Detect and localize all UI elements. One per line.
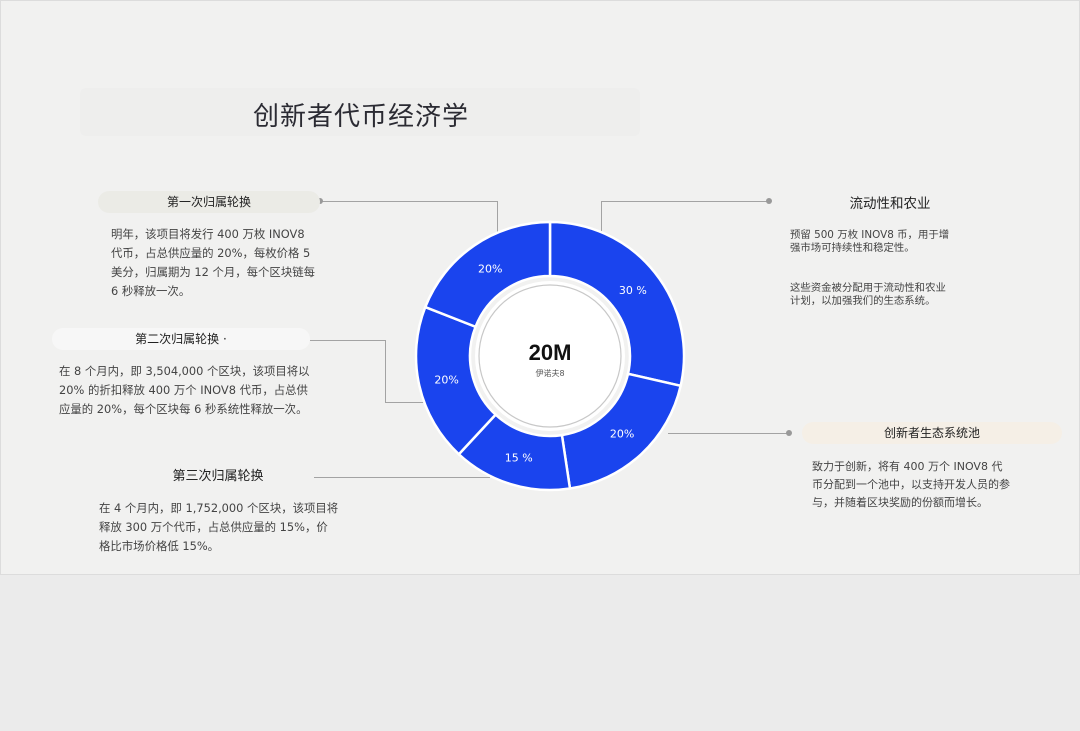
donut-slice-label-5: 20% [478,262,502,275]
connector-line [385,340,386,402]
bottom-blank-area [0,575,1080,731]
connector-dot [766,198,772,204]
first-vesting-text: 明年，该项目将发行 400 万枚 INOV8 代币，占总供应量的 20%，每枚价… [111,227,315,298]
donut-slice-label-1: 30 % [619,284,647,297]
token-allocation-donut-chart: 30 % 20% 15 % 20% 20% 20M 伊诺夫8 [414,220,686,492]
donut-slice-label-4: 20% [434,374,458,387]
second-vesting-heading: 第二次归属轮换 · [52,328,310,350]
third-vesting-heading: 第三次归属轮换 [172,469,264,484]
connector-line [310,340,385,341]
connector-line [320,201,497,202]
ecosystem-heading: 创新者生态系统池 [802,422,1062,444]
donut-center-value: 20M [529,340,572,365]
page-title: 创新者代币经济学 [253,102,470,132]
first-vesting-heading: 第一次归属轮换 [98,191,320,213]
liquidity-text-2: 这些资金被分配用于流动性和农业计划，以加强我们的生态系统。 [790,282,946,307]
connector-line [601,201,770,202]
donut-slice-label-2: 20% [610,428,634,441]
ecosystem-text: 致力于创新，将有 400 万个 INOV8 代币分配到一个池中，以支持开发人员的… [812,460,1010,509]
donut-slice-label-3: 15 % [505,451,533,464]
donut-center-label: 伊诺夫8 [535,368,564,378]
third-vesting-text: 在 4 个月内，即 1,752,000 个区块，该项目将释放 300 万个代币，… [99,501,339,553]
second-vesting-text: 在 8 个月内，即 3,504,000 个区块，该项目将以 20% 的折扣释放 … [59,364,310,416]
liquidity-heading: 流动性和农业 [849,196,931,212]
connector-dot [786,430,792,436]
liquidity-text-1: 预留 500 万枚 INOV8 币，用于增强市场可持续性和稳定性。 [790,229,950,254]
